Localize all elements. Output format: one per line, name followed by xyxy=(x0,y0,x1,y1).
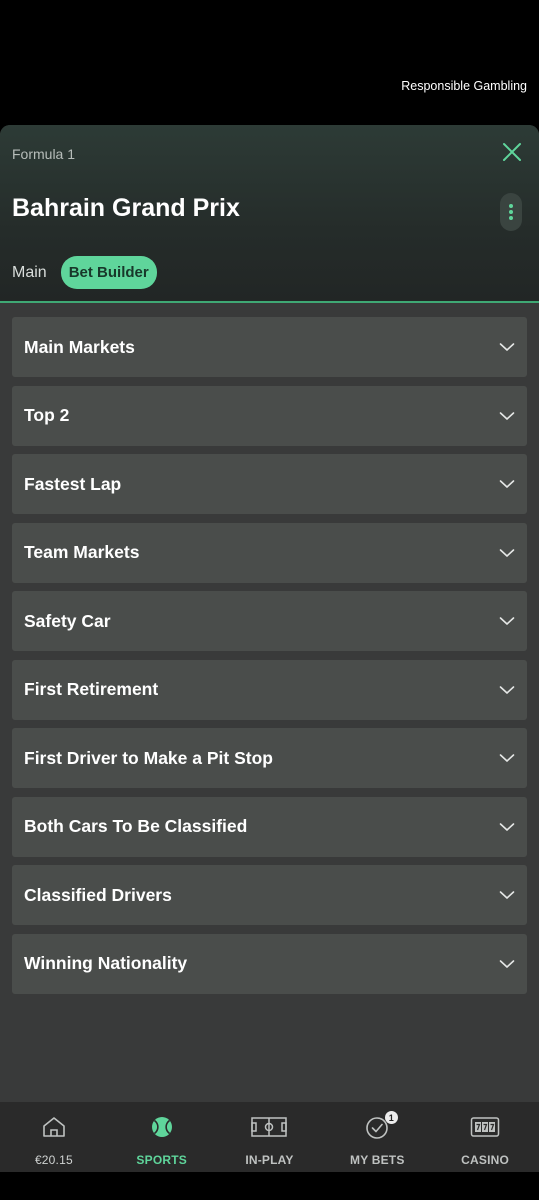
nav-casino[interactable]: CASINO xyxy=(432,1102,539,1172)
chevron-down-icon xyxy=(499,548,515,557)
system-nav-area xyxy=(0,1172,539,1200)
chevron-down-icon xyxy=(499,891,515,899)
chevron-down-icon xyxy=(499,685,515,694)
chevron-down-icon xyxy=(499,617,515,625)
market-row[interactable]: Classified Drivers xyxy=(12,865,527,925)
tennis-ball-icon xyxy=(151,1117,172,1137)
market-label: First Driver to Make a Pit Stop xyxy=(24,747,273,768)
market-row[interactable]: Team Markets xyxy=(12,522,527,583)
market-row[interactable]: Main Markets xyxy=(12,317,527,377)
market-label: Fastest Lap xyxy=(24,473,122,494)
market-label: Safety Car xyxy=(24,610,111,631)
in-play-label: IN-PLAY xyxy=(245,1153,294,1167)
market-row[interactable]: Fastest Lap xyxy=(12,454,527,514)
chevron-down-icon xyxy=(499,822,515,831)
chevron-down-icon xyxy=(499,480,515,488)
nav-my-bets[interactable]: 1 MY BETS xyxy=(324,1102,431,1172)
event-title: Bahrain Grand Prix xyxy=(12,194,240,222)
market-row[interactable]: Top 2 xyxy=(12,385,527,446)
market-row[interactable]: Both Cars To Be Classified xyxy=(12,796,527,857)
close-button[interactable] xyxy=(501,141,523,163)
market-row[interactable]: First Retirement xyxy=(12,659,527,720)
market-label: Winning Nationality xyxy=(24,953,188,973)
slot-machine-icon xyxy=(470,1117,500,1137)
event-sheet: Formula 1 Bahrain Grand Prix Main Bet Bu… xyxy=(0,125,539,1102)
casino-label: CASINO xyxy=(461,1153,510,1167)
tab-main[interactable]: Main xyxy=(12,264,47,282)
market-list: Main Markets Top 2 Fastest Lap Team Markets… xyxy=(12,317,527,1002)
more-options-button[interactable] xyxy=(500,193,522,231)
market-label: First Retirement xyxy=(24,679,159,699)
close-icon xyxy=(503,143,521,161)
market-label: Team Markets xyxy=(24,542,140,562)
nav-balance[interactable]: €20.15 xyxy=(0,1102,107,1172)
market-label: Both Cars To Be Classified xyxy=(24,816,248,836)
responsible-gambling-link[interactable]: Responsible Gambling xyxy=(401,79,527,93)
balance-label: €20.15 xyxy=(34,1153,73,1167)
market-label: Main Markets xyxy=(24,336,135,357)
pitch-icon xyxy=(251,1117,288,1137)
market-label: Classified Drivers xyxy=(24,884,172,905)
nav-in-play[interactable]: IN-PLAY xyxy=(216,1102,323,1172)
my-bets-badge: 1 xyxy=(384,1111,398,1124)
nav-sports[interactable]: SPORTS xyxy=(108,1102,215,1172)
tab-bet-builder[interactable]: Bet Builder xyxy=(60,256,157,289)
event-header: Formula 1 Bahrain Grand Prix Main Bet Bu… xyxy=(0,125,539,303)
sport-label: Formula 1 xyxy=(12,146,76,162)
event-tabs: Main Bet Builder xyxy=(12,256,157,289)
sports-label: SPORTS xyxy=(136,1153,187,1167)
bottom-nav: €20.15 SPORTS IN-PLAY 1 MY BETS CASINO xyxy=(0,1102,539,1172)
market-row[interactable]: First Driver to Make a Pit Stop xyxy=(12,728,527,788)
market-label: Top 2 xyxy=(24,405,70,425)
home-icon xyxy=(43,1117,65,1137)
market-row[interactable]: Safety Car xyxy=(12,591,527,651)
chevron-down-icon xyxy=(499,411,515,420)
chevron-down-icon xyxy=(499,754,515,762)
my-bets-label: MY BETS xyxy=(350,1153,405,1167)
kebab-icon xyxy=(509,204,513,220)
market-row[interactable]: Winning Nationality xyxy=(12,933,527,994)
status-area: Responsible Gambling xyxy=(0,0,539,125)
chevron-down-icon xyxy=(499,959,515,968)
chevron-down-icon xyxy=(499,343,515,351)
